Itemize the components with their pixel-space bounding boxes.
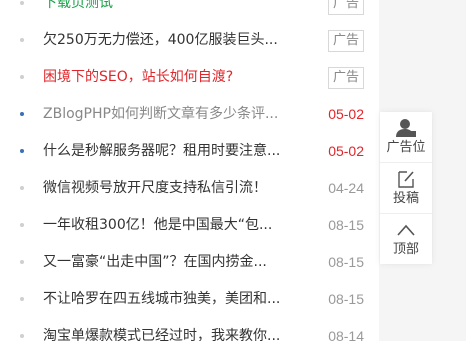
ad-tag: 广告 — [327, 67, 364, 89]
news-date: 04-24 — [328, 180, 364, 196]
news-item: 不让哈罗在四五线城市独美，美团和... 08-15 — [20, 281, 372, 318]
chevron-up-icon — [397, 224, 415, 236]
news-title-link[interactable]: 一年收租300亿！他是中国最大“包... — [43, 207, 295, 244]
news-title-link[interactable]: 不让哈罗在四五线城市独美，美团和... — [43, 281, 295, 318]
news-item: 什么是秒解服务器呢？租用时要注意... 05-02 — [20, 133, 372, 170]
news-item: 一年收租300亿！他是中国最大“包... 08-15 — [20, 207, 372, 244]
news-panel: 下载页测试 广告 欠250万无力偿还，400亿服装巨头... 广告 困境下的SE… — [0, 0, 379, 341]
news-item: 困境下的SEO，站长如何自渡? 广告 — [20, 59, 372, 96]
news-item: 下载页测试 广告 — [20, 0, 372, 22]
news-item: ZBlogPHP如何判断文章有多少条评... 05-02 — [20, 96, 372, 133]
news-title-link[interactable]: 困境下的SEO，站长如何自渡? — [43, 59, 295, 96]
edit-icon — [398, 171, 414, 188]
news-item: 又一富豪“出走中国”？在国内捞金... 08-15 — [20, 244, 372, 281]
news-title-link[interactable]: 淘宝单爆款模式已经过时，我来教你... — [43, 318, 295, 341]
news-title-link[interactable]: 下载页测试 — [43, 0, 295, 22]
news-date: 05-02 — [328, 106, 364, 122]
floating-toolbar: 广告位 投稿 顶部 — [380, 112, 432, 264]
news-date: 08-15 — [328, 291, 364, 307]
bullet-dot — [20, 75, 24, 79]
news-list: 下载页测试 广告 欠250万无力偿还，400亿服装巨头... 广告 困境下的SE… — [20, 0, 372, 341]
news-item: 欠250万无力偿还，400亿服装巨头... 广告 — [20, 22, 372, 59]
news-date: 08-15 — [328, 217, 364, 233]
bullet-dot — [20, 38, 24, 42]
bullet-dot — [20, 112, 24, 116]
bullet-dot — [20, 297, 24, 301]
bullet-dot — [20, 260, 24, 264]
news-title-link[interactable]: 什么是秒解服务器呢？租用时要注意... — [43, 133, 295, 170]
back-to-top-label: 顶部 — [392, 242, 419, 257]
news-title-link[interactable]: 微信视频号放开尺度支持私信引流！ — [43, 170, 295, 207]
news-title-link[interactable]: ZBlogPHP如何判断文章有多少条评... — [43, 96, 295, 133]
news-title-link[interactable]: 又一富豪“出走中国”？在国内捞金... — [43, 244, 295, 281]
bullet-dot — [20, 1, 24, 5]
user-ad-icon — [396, 119, 416, 137]
news-item: 淘宝单爆款模式已经过时，我来教你... 08-14 — [20, 318, 372, 341]
ad-tag: 广告 — [327, 0, 364, 15]
bullet-dot — [20, 186, 24, 190]
submit-label: 投稿 — [392, 191, 419, 206]
bullet-dot — [20, 334, 24, 338]
back-to-top-button[interactable]: 顶部 — [380, 214, 432, 264]
ad-tag: 广告 — [327, 30, 364, 52]
news-item: 微信视频号放开尺度支持私信引流！ 04-24 — [20, 170, 372, 207]
news-title-link[interactable]: 欠250万无力偿还，400亿服装巨头... — [43, 22, 295, 59]
bullet-dot — [20, 223, 24, 227]
news-date: 08-15 — [328, 254, 364, 270]
news-date: 05-02 — [328, 143, 364, 159]
news-date: 08-14 — [328, 328, 364, 341]
ad-space-button[interactable]: 广告位 — [380, 112, 432, 163]
bullet-dot — [20, 149, 24, 153]
ad-space-label: 广告位 — [386, 140, 426, 155]
submit-article-button[interactable]: 投稿 — [380, 163, 432, 214]
